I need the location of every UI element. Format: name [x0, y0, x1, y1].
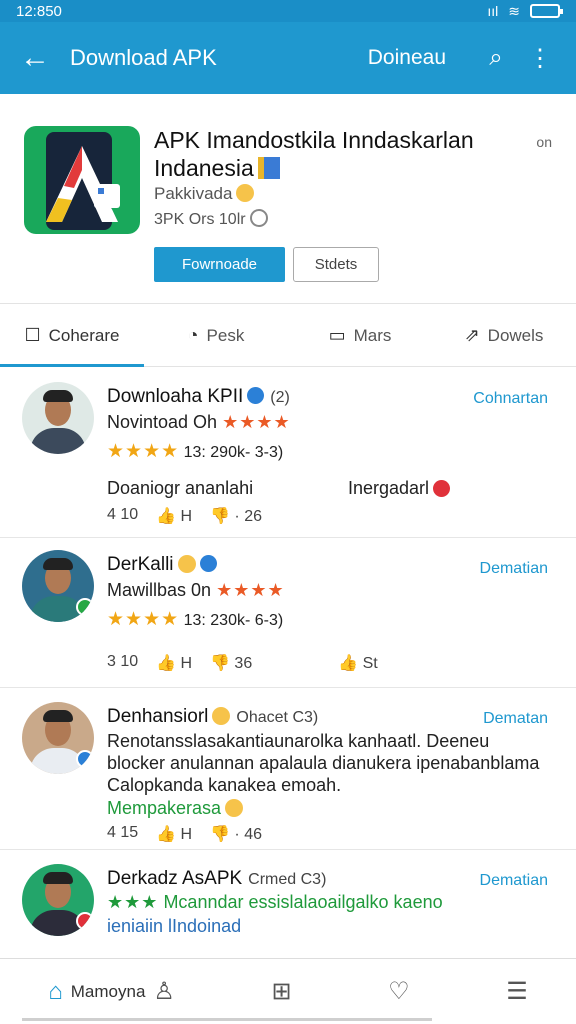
- bottom-nav: ⌂ Mamoyna ♙ ⊞ ♡ ☰: [0, 958, 576, 1024]
- app-logo-icon: [24, 126, 140, 234]
- like-button[interactable]: 👍 H: [156, 506, 192, 526]
- app-publisher: Pakkivada: [154, 184, 255, 204]
- tab-coherare[interactable]: ☐ Coherare: [0, 305, 144, 367]
- dislike-button[interactable]: 👎 · 26: [210, 506, 262, 526]
- face-icon: [249, 209, 268, 227]
- chat-icon: ♡: [388, 978, 410, 1005]
- avatar[interactable]: [22, 382, 94, 454]
- status-icons: ııl ≋: [487, 2, 563, 20]
- reply-link[interactable]: Cohnartan: [473, 390, 548, 408]
- rating-stars: ★★★★: [216, 580, 285, 600]
- review-text: Renotansslasakantiaunarolka kanhaatl. De…: [107, 731, 540, 795]
- smile-icon: [177, 555, 196, 573]
- smile-icon: [236, 184, 255, 202]
- review-text: Doaniogr ananlahi: [107, 478, 254, 498]
- chat-icon: ▭: [328, 325, 346, 345]
- status-bar: 12:850 ııl ≋: [0, 0, 576, 22]
- app-bar: ← Download APK Doineau ⌕ ⋮: [0, 22, 576, 94]
- nav-menu[interactable]: ☰: [506, 977, 528, 1006]
- reply-count: 4 15: [107, 824, 139, 841]
- rating-stars: ★★★★: [107, 609, 180, 630]
- home-indicator: [22, 1018, 432, 1021]
- more-text: on: [536, 134, 552, 150]
- review-subtitle: ★★★ Mcanndar essislalaoailgalko kaeno: [107, 892, 443, 912]
- like-button[interactable]: 👍 H: [156, 653, 192, 673]
- review-item: Derkadz AsAPK Crmed C3) Dematian ★★★ Mcan…: [0, 850, 576, 958]
- tab-dowels[interactable]: ⇗ Dowels: [432, 305, 576, 366]
- reviewer-name: Derkadz AsAPK Crmed C3): [107, 868, 327, 889]
- tab-mars[interactable]: ▭ Mars: [288, 305, 432, 366]
- app-bar-title: Download APK: [70, 45, 217, 70]
- share-button[interactable]: 👍 St: [338, 653, 377, 673]
- reply-link[interactable]: Dematian: [480, 560, 548, 578]
- review-text: ieniaiin lIndoinad: [107, 916, 242, 936]
- compass-icon: ◔: [187, 325, 199, 345]
- dislike-button[interactable]: 👎 · 46: [210, 824, 262, 844]
- review-tag: Inergadarl: [348, 478, 451, 499]
- badge-icon: [433, 480, 451, 497]
- reply-count: 4 10: [107, 506, 139, 523]
- review-stats: 4 10 👍 H 👎 · 26: [107, 506, 262, 526]
- rating-stars: ★★★★: [222, 412, 291, 432]
- app-name: APK Imandostkila Inndaskarlan Indanesia: [154, 127, 474, 181]
- review-stats: 3 10 👍 H 👎 36 👍 St: [107, 653, 378, 673]
- nav-add[interactable]: ⊞: [271, 977, 291, 1006]
- review-stats: 4 15 👍 H 👎 · 46: [107, 824, 262, 844]
- more-vert-icon[interactable]: ⋮: [518, 44, 562, 73]
- app-meta: 3PK Ors 10lr: [154, 209, 268, 229]
- reply-link[interactable]: Dematian: [480, 872, 548, 890]
- app-bar-action[interactable]: Doineau: [368, 46, 446, 70]
- review-subtitle: Mawillbas 0n ★★★★: [107, 580, 285, 600]
- book-icon: [257, 157, 280, 179]
- edit-icon: ☐: [24, 325, 41, 345]
- signal-icon: ııl: [487, 3, 499, 19]
- add-icon: ⊞: [271, 978, 292, 1005]
- avatar[interactable]: [22, 702, 94, 774]
- reply-count: 3 10: [107, 653, 139, 670]
- verified-icon: [247, 387, 265, 404]
- reply-link[interactable]: Dematan: [483, 710, 548, 728]
- battery-icon: [530, 4, 563, 18]
- review-item: DerKalli Dematian Mawillbas 0n ★★★★ ★★★★…: [0, 538, 576, 688]
- dislike-button[interactable]: 👎 36: [210, 653, 252, 673]
- avatar[interactable]: [22, 550, 94, 622]
- avatar[interactable]: [22, 864, 94, 936]
- review-rating: ★★★★ 13: 230k- 6-3): [107, 609, 284, 630]
- tab-pesk[interactable]: ◔ Pesk: [144, 305, 288, 366]
- download-button[interactable]: Fowrnoade: [154, 247, 285, 282]
- menu-icon: ☰: [506, 978, 528, 1005]
- reviewer-name: DerKalli: [107, 554, 217, 576]
- back-arrow-icon[interactable]: ←: [0, 41, 70, 75]
- nav-chat[interactable]: ♡: [388, 977, 410, 1006]
- review-item: Downloaha KPII (2) Cohnartan Novintoad Oh…: [0, 368, 576, 538]
- emoji-icon: [225, 799, 244, 817]
- search-icon[interactable]: ⌕: [474, 44, 518, 72]
- details-button[interactable]: Stdets: [293, 247, 379, 282]
- review-item: Denhansiorl Ohacet C3) Dematan Renotanssl…: [0, 688, 576, 850]
- reviewer-name: Downloaha KPII (2): [107, 386, 290, 407]
- smile-icon: [212, 707, 231, 725]
- wifi-icon: ≋: [508, 2, 520, 19]
- review-tag: Mempakerasa: [107, 798, 244, 819]
- app-header: APK Imandostkila Inndaskarlan Indanesia …: [0, 94, 576, 304]
- share-icon: ⇗: [464, 325, 480, 345]
- rating-stars: ★★★: [107, 892, 159, 912]
- like-button[interactable]: 👍 H: [156, 824, 192, 844]
- reviewer-name: Denhansiorl Ohacet C3): [107, 706, 319, 727]
- nav-home[interactable]: ⌂ Mamoyna ♙: [48, 977, 175, 1006]
- home-icon: ⌂: [48, 977, 63, 1005]
- like-icon: ♙: [153, 978, 175, 1005]
- tab-bar: ☐ Coherare ◔ Pesk ▭ Mars ⇗ Dowels: [0, 305, 576, 367]
- rating-stars: ★★★★: [107, 441, 180, 462]
- review-subtitle: Novintoad Oh ★★★★: [107, 412, 291, 432]
- review-rating: ★★★★ 13: 290k- 3-3): [107, 441, 284, 462]
- verified-icon: [199, 555, 217, 572]
- status-time: 12:850: [16, 2, 62, 20]
